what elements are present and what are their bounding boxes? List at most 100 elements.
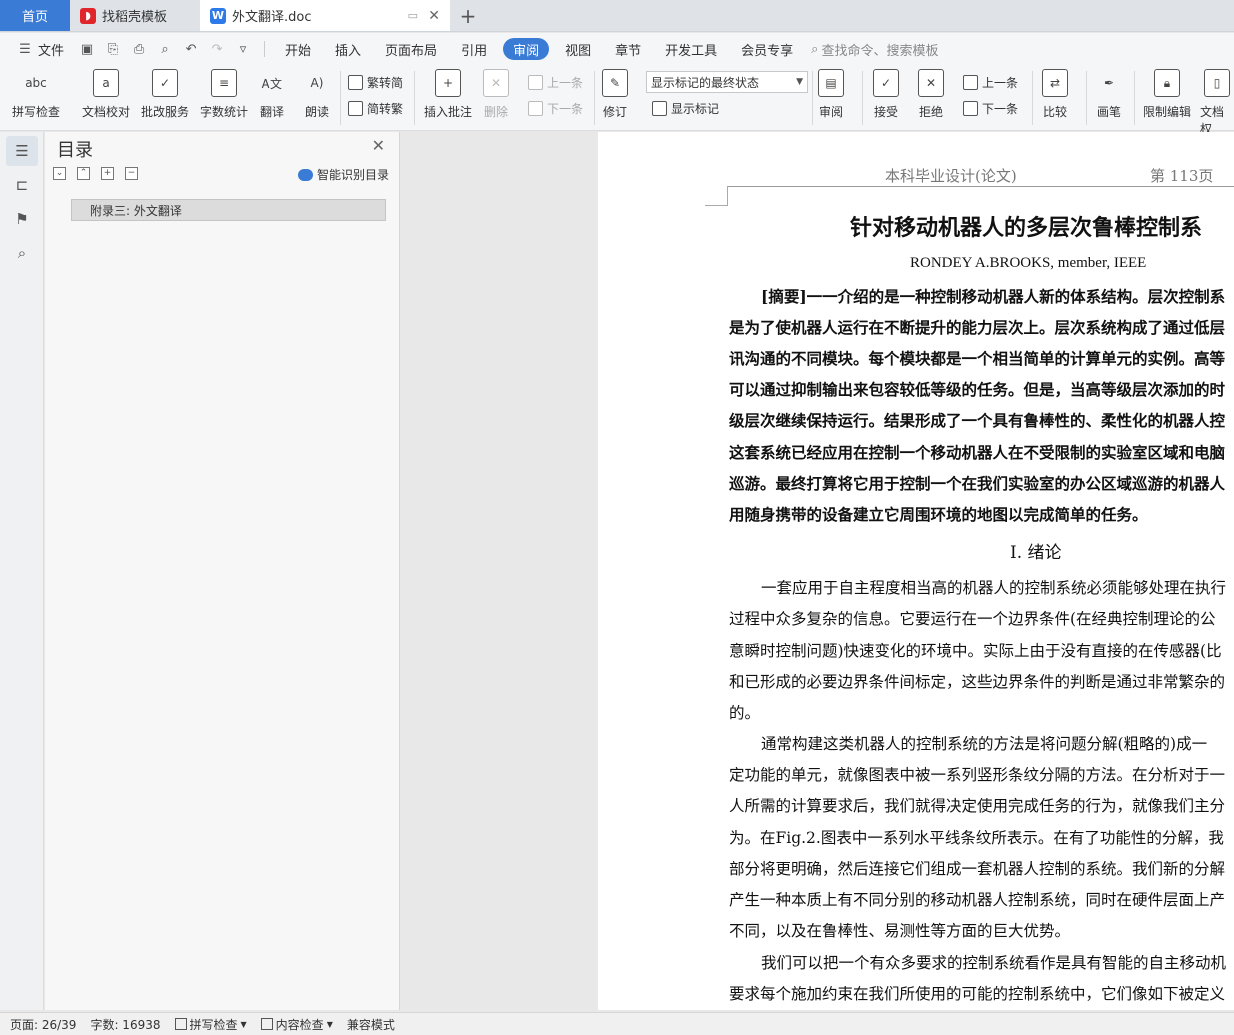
print-icon[interactable]: ⎙ [129, 39, 149, 59]
track-changes-label: 修订 [602, 105, 627, 119]
tab-home[interactable]: 首页 [0, 0, 70, 31]
word-count-indicator[interactable]: 字数: 16938 [90, 1016, 160, 1033]
spell-check-icon: abc [25, 76, 47, 90]
markup-state-select[interactable]: 显示标记的最终状态 ▼ [646, 71, 808, 93]
simp-to-trad-label: 简转繁 [367, 102, 404, 116]
review-ribbon: abc 拼写检查 a 文档校对 ✓ 批改服务 ≡ 字数统计 Ꭺ文 翻译 A) 朗… [0, 65, 1234, 136]
reject-button[interactable]: ✕ 拒绝 [918, 69, 944, 120]
translate-icon: Ꭺ文 [261, 76, 283, 91]
navigation-rail: ☰ ⊏ ⚑ ⌕ [0, 132, 44, 1010]
trad-to-simp-button[interactable]: 繁转简 [348, 74, 403, 91]
remove-level-icon[interactable]: − [125, 167, 138, 180]
doc-proof-icon: a [93, 69, 119, 97]
doc-permission-button[interactable]: ▯ 文档权 [1200, 69, 1234, 137]
section-heading: I. 绪论 [1010, 543, 1062, 563]
menu-start[interactable]: 开始 [273, 38, 323, 60]
margin-corner-mark [727, 186, 728, 206]
separator [414, 71, 415, 125]
close-icon[interactable]: ✕ [372, 136, 385, 155]
paper-author: RONDEY A.BROOKS, member, IEEE [910, 255, 1147, 271]
section-nav-icon[interactable]: ⊏ [6, 170, 38, 200]
accept-button[interactable]: ✓ 接受 [873, 69, 899, 120]
separator [1134, 71, 1135, 125]
show-markup-button[interactable]: 显示标记 [652, 100, 719, 117]
menu-developer[interactable]: 开发工具 [653, 38, 729, 60]
insert-comment-button[interactable]: + 插入批注 [424, 69, 472, 120]
spell-check-status[interactable]: 拼写检查 ▼ [174, 1016, 247, 1033]
add-level-icon[interactable]: + [101, 167, 114, 180]
show-markup-label: 显示标记 [671, 102, 720, 116]
tab-document[interactable]: W 外文翻译.doc ▭ ✕ [200, 0, 450, 31]
bookmark-icon[interactable]: ⚑ [6, 204, 38, 234]
tab-home-label: 首页 [21, 10, 48, 25]
delete-comment-button[interactable]: ✕ 删除 [483, 69, 509, 120]
chevron-down-icon: ▼ [326, 1019, 333, 1029]
prev-change-button[interactable]: 上一条 [963, 74, 1018, 91]
review-pane-icon: ▤ [818, 69, 844, 97]
prev-comment-button[interactable]: 上一条 [528, 74, 583, 91]
print-preview-icon[interactable]: ⌕ [155, 39, 175, 59]
undo-icon[interactable]: ↶ [181, 39, 201, 59]
translate-button[interactable]: Ꭺ文 翻译 [259, 69, 285, 120]
simp-to-trad-button[interactable]: 简转繁 [348, 100, 403, 117]
review-pane-button[interactable]: ▤ 审阅 [818, 69, 844, 120]
ink-button[interactable]: ✒ 画笔 [1096, 69, 1122, 120]
prev-change-label: 上一条 [982, 76, 1019, 90]
body-line: 和已形成的必要边界条件间标定，这些边界条件的判断是通过非常繁杂的 [729, 673, 1226, 691]
menu-insert[interactable]: 插入 [323, 38, 373, 60]
docer-logo-icon: ◗ [80, 7, 96, 24]
delete-comment-label: 删除 [483, 105, 508, 119]
menu-member[interactable]: 会员专享 [729, 38, 805, 60]
restrict-editing-button[interactable]: 🔒︎ 限制编辑 [1143, 69, 1191, 120]
save-icon[interactable]: ▣ [77, 39, 97, 59]
body-line: 意瞬时控制问题)快速变化的环境中。实际上由于没有直接的在传感器(比 [729, 642, 1222, 660]
collapse-all-icon[interactable]: ⌄ [53, 167, 66, 180]
pin-icon[interactable]: ▭ [408, 9, 418, 22]
file-menu[interactable]: 文件 [38, 40, 64, 59]
spell-check-label: 拼写检查 [12, 105, 61, 119]
translate-label: 翻译 [259, 105, 284, 119]
next-comment-button[interactable]: 下一条 [528, 100, 583, 117]
close-tab-icon[interactable]: ✕ [428, 8, 440, 24]
ink-label: 画笔 [1096, 105, 1121, 119]
accept-icon: ✓ [873, 69, 899, 97]
menu-section[interactable]: 章节 [603, 38, 653, 60]
doc-proof-button[interactable]: a 文档校对 [82, 69, 130, 120]
word-count-button[interactable]: ≡ 字数统计 [200, 69, 248, 120]
show-markup-icon [652, 101, 667, 116]
correction-service-button[interactable]: ✓ 批改服务 [141, 69, 189, 120]
toc-item[interactable]: 附录三: 外文翻译 [71, 199, 386, 221]
command-search[interactable]: ⌕ 查找命令、搜索模板 [811, 40, 938, 59]
header-left: 本科毕业设计(论文) [885, 167, 1017, 185]
new-tab-button[interactable]: + [450, 0, 486, 31]
page-indicator[interactable]: 页面: 26/39 [10, 1016, 76, 1033]
search-icon[interactable]: ⌕ [6, 238, 38, 268]
trad-to-simp-icon [348, 75, 363, 90]
redo-icon[interactable]: ↷ [207, 39, 227, 59]
toc-item-label: 附录三: 外文翻译 [90, 203, 182, 218]
content-check-status[interactable]: 内容检查 ▼ [260, 1016, 333, 1033]
track-changes-button[interactable]: ✎ 修订 [602, 69, 628, 120]
document-page[interactable]: 本科毕业设计(论文) 第 113页 针对移动机器人的多层次鲁棒控制系 RONDE… [598, 132, 1234, 1010]
next-change-button[interactable]: 下一条 [963, 100, 1018, 117]
tab-templates[interactable]: ◗ 找稻壳模板 [70, 0, 200, 31]
smart-toc-button[interactable]: 智能识别目录 [297, 166, 389, 183]
export-pdf-icon[interactable]: ⎘ [103, 39, 123, 59]
menu-review[interactable]: 审阅 [503, 38, 550, 60]
separator [1032, 71, 1033, 125]
read-aloud-button[interactable]: A) 朗读 [304, 69, 330, 120]
compare-button[interactable]: ⇄ 比较 [1042, 69, 1068, 120]
menu-references[interactable]: 引用 [449, 38, 499, 60]
abstract-line: 巡游。最终打算将它用于控制一个在我们实验室的办公区域巡游的机器人 [729, 474, 1226, 493]
status-bar: 页面: 26/39 字数: 16938 拼写检查 ▼ 内容检查 ▼ 兼容模式 [0, 1012, 1234, 1035]
menu-view[interactable]: 视图 [553, 38, 603, 60]
expand-all-icon[interactable]: ⌃ [77, 167, 90, 180]
toc-nav-icon[interactable]: ☰ [6, 136, 38, 166]
menu-page-layout[interactable]: 页面布局 [373, 38, 449, 60]
hamburger-icon[interactable]: ☰ [15, 39, 35, 59]
body-line: 定功能的单元，就像图表中被一系列竖形条纹分隔的方法。在分析对于一 [729, 766, 1226, 784]
review-pane-label: 审阅 [818, 105, 843, 119]
abstract-line: 讯沟通的不同模块。每个模块都是一个相当简单的计算单元的实例。高等 [729, 349, 1226, 368]
customize-toolbar-icon[interactable]: ▿ [233, 39, 253, 59]
spell-check-button[interactable]: abc 拼写检查 [12, 69, 60, 120]
